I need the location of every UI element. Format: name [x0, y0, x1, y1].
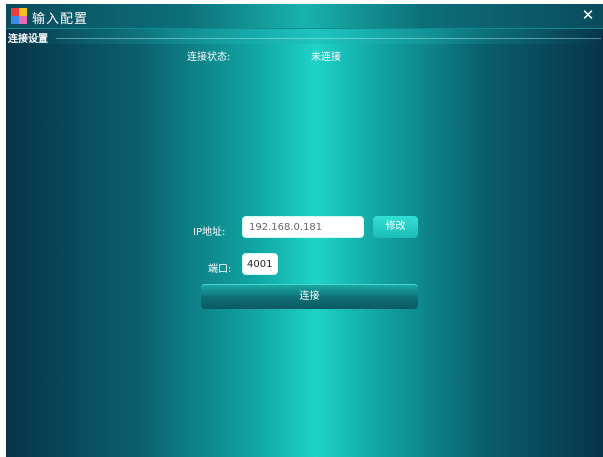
section-divider: [56, 38, 601, 39]
port-input[interactable]: [242, 253, 278, 275]
modify-button[interactable]: 修改: [373, 216, 418, 238]
section-header-bar: [6, 29, 603, 44]
input-config-window: 输入配置 ✕ 连接设置 连接状态: 未连接 IP地址: 修改 端口: 连接: [6, 4, 603, 457]
ip-address-label: IP地址:: [193, 227, 226, 238]
connection-status-label: 连接状态:: [187, 52, 231, 63]
port-label: 端口:: [208, 264, 232, 275]
section-title: 连接设置: [8, 34, 48, 45]
window-title: 输入配置: [32, 12, 89, 27]
close-button[interactable]: ✕: [579, 6, 597, 24]
connect-button[interactable]: 连接: [201, 284, 418, 309]
connection-status-value: 未连接: [311, 52, 341, 63]
app-grid-icon: [10, 7, 28, 25]
title-bar[interactable]: 输入配置 ✕: [6, 4, 603, 29]
ip-address-input[interactable]: [242, 216, 364, 238]
